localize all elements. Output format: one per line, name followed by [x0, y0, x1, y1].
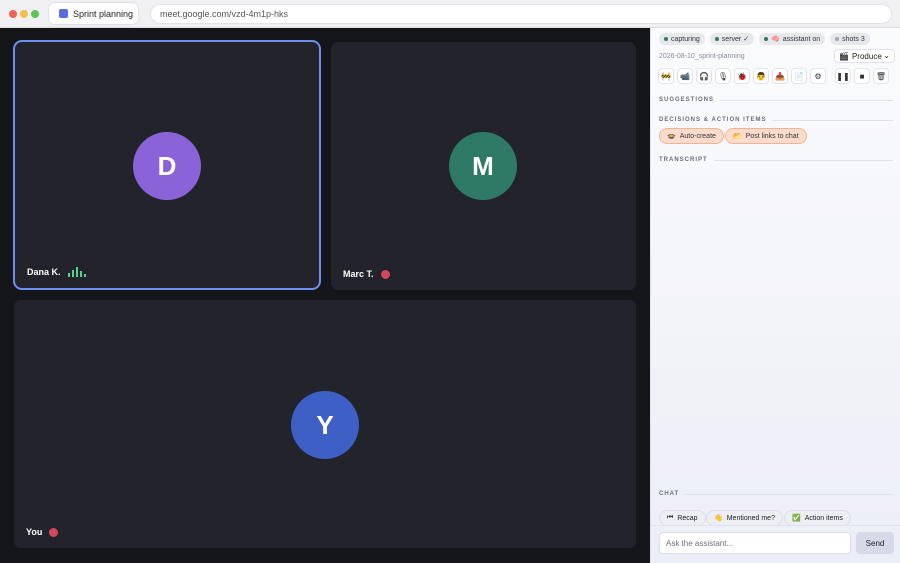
mentioned-me-button[interactable]: 👋 Mentioned me?	[706, 510, 783, 526]
chip-label: Recap	[677, 514, 698, 522]
tab-favicon-icon	[59, 9, 68, 18]
chip-label: Action items	[804, 514, 843, 522]
pot-icon: 🍲	[667, 133, 676, 140]
action-items-button[interactable]: ✅ Action items	[784, 510, 851, 526]
participant-name: You	[26, 527, 59, 537]
settings-icon[interactable]: ⚙	[810, 68, 826, 84]
participant-name-text: Dana K.	[27, 267, 61, 277]
minimize-window-icon[interactable]	[20, 10, 28, 18]
trash-icon[interactable]: 🗑	[873, 68, 889, 84]
checkbox-icon: ✅	[792, 515, 801, 522]
inbox-icon[interactable]: 📥	[772, 68, 788, 84]
auto-create-button[interactable]: 🍲 Auto-create	[659, 128, 724, 144]
section-chat: CHAT	[659, 491, 893, 497]
status-shots: shots 3	[830, 33, 870, 45]
status-server: server ✓	[709, 33, 755, 45]
headphones-icon[interactable]: 🎧	[696, 68, 712, 84]
wave-icon: 👋	[714, 515, 723, 522]
url-bar[interactable]: meet.google.com/vzd-4m1p-hks	[151, 5, 891, 23]
rewind-icon: ⏮	[667, 514, 674, 521]
participant-name-text: Marc T.	[343, 269, 374, 279]
cone-icon[interactable]: 🚧	[658, 68, 674, 84]
clapper-icon: 🎬	[839, 51, 849, 61]
recording-filename: 2026-08-10_sprint-planning	[659, 53, 745, 60]
toolbar: 🚧 📹 🎧 🎙 🐞 👨 📥 📄 ⚙ ❚❚ ■ 🗑	[658, 68, 889, 84]
avatar: Y	[291, 391, 359, 459]
document-icon[interactable]: 📄	[791, 68, 807, 84]
participant-name: Marc T.	[343, 269, 390, 279]
maximize-window-icon[interactable]	[31, 10, 39, 18]
participant-name-text: You	[26, 527, 43, 537]
status-capturing: capturing	[659, 33, 705, 45]
folder-icon: 📂	[733, 133, 742, 140]
chevron-down-icon: ⌄	[883, 51, 890, 60]
brain-icon: 🧠	[771, 36, 780, 43]
stop-icon[interactable]: ■	[854, 68, 870, 84]
camera-icon[interactable]: 📹	[677, 68, 693, 84]
participant-tile-marc[interactable]: M Marc T.	[331, 42, 636, 290]
section-suggestions: SUGGESTIONS	[659, 97, 893, 103]
send-button[interactable]: Send	[856, 532, 894, 554]
person-icon[interactable]: 👨	[753, 68, 769, 84]
mic-icon[interactable]: 🎙	[715, 68, 731, 84]
meeting-stage: D Dana K. M Marc T. Y You	[0, 28, 650, 563]
browser-tab[interactable]: Sprint planning	[49, 3, 138, 24]
bug-icon[interactable]: 🐞	[734, 68, 750, 84]
speaking-indicator-icon	[67, 267, 86, 277]
avatar: D	[133, 132, 201, 200]
chip-label: Mentioned me?	[726, 514, 775, 522]
browser-chrome: Sprint planning meet.google.com/vzd-4m1p…	[0, 0, 900, 28]
muted-icon	[49, 527, 59, 537]
participant-name: Dana K.	[27, 267, 86, 277]
divider	[651, 525, 900, 526]
chip-label: Post links to chat	[745, 132, 799, 140]
muted-icon	[380, 269, 390, 279]
avatar: M	[449, 132, 517, 200]
recap-button[interactable]: ⏮ Recap	[659, 510, 706, 526]
status-assistant[interactable]: 🧠 assistant on	[759, 33, 826, 45]
chip-label: Auto-create	[679, 132, 716, 140]
pause-icon[interactable]: ❚❚	[835, 68, 851, 84]
participant-tile-dana[interactable]: D Dana K.	[15, 42, 319, 288]
tab-title: Sprint planning	[73, 8, 134, 19]
ask-assistant-input[interactable]	[659, 532, 851, 554]
participant-tile-you[interactable]: Y You	[14, 300, 636, 548]
post-links-button[interactable]: 📂 Post links to chat	[725, 128, 807, 144]
close-window-icon[interactable]	[9, 10, 17, 18]
status-row: capturing server ✓ 🧠 assistant on shots 3	[659, 33, 870, 45]
mode-select[interactable]: 🎬 Produce ⌄	[834, 49, 895, 63]
url-text: meet.google.com/vzd-4m1p-hks	[160, 9, 289, 19]
assistant-panel: capturing server ✓ 🧠 assistant on shots 3…	[650, 28, 900, 563]
section-decisions: DECISIONS & ACTION ITEMS	[659, 117, 893, 123]
mode-selected-value: Produce	[851, 51, 882, 61]
section-transcript: TRANSCRIPT	[659, 157, 893, 163]
